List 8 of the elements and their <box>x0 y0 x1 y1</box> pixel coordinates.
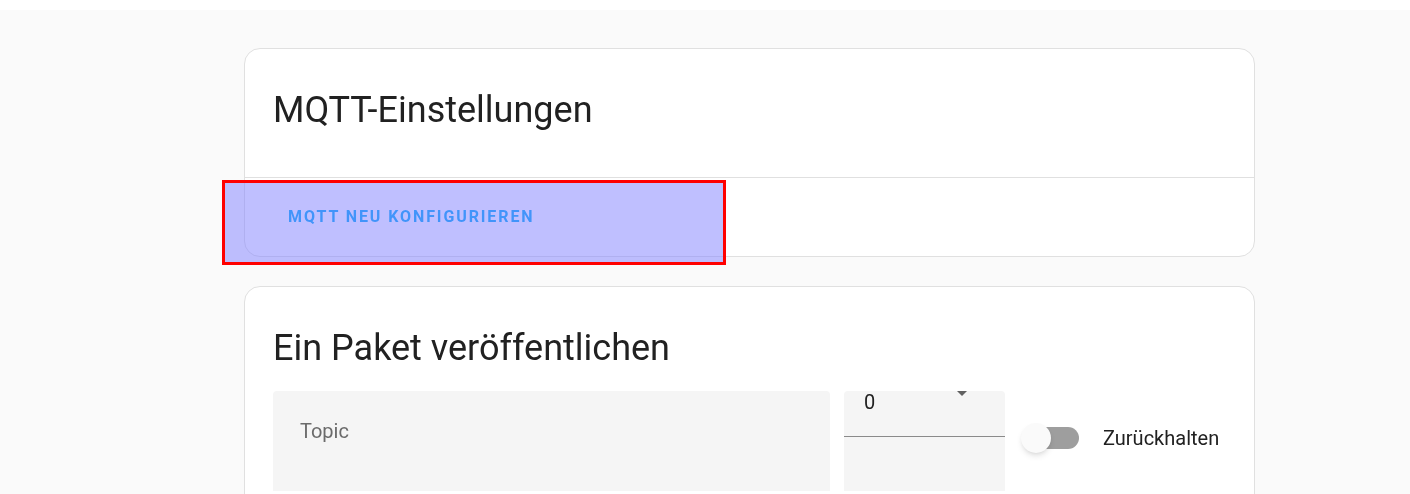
retain-label: Zurückhalten <box>1103 425 1220 452</box>
qos-select[interactable]: 0 <box>844 391 1005 491</box>
retain-switch[interactable] <box>1021 423 1079 453</box>
card-title: MQTT-Einstellungen <box>272 88 594 133</box>
select-value: 0 <box>864 391 876 413</box>
topic-field[interactable]: Topic <box>273 391 830 491</box>
dropdown-caret-icon <box>957 391 967 396</box>
card-title: Ein Paket veröffentlichen <box>272 326 671 371</box>
